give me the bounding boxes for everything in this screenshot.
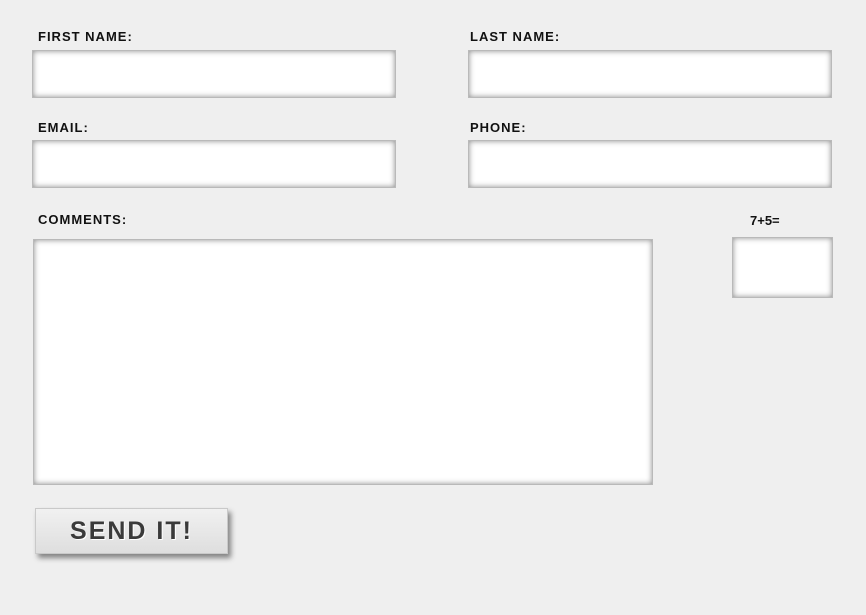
captcha-question-label: 7+5= (750, 213, 780, 228)
last-name-label: LAST NAME: (470, 29, 561, 44)
captcha-answer-input[interactable] (732, 237, 833, 298)
last-name-input[interactable] (468, 50, 832, 98)
first-name-label: FIRST NAME: (38, 29, 133, 44)
email-label: EMAIL: (38, 120, 89, 135)
send-button[interactable]: SEND IT! (35, 508, 228, 554)
phone-input[interactable] (468, 140, 832, 188)
comments-label: COMMENTS: (38, 212, 128, 227)
contact-form: FIRST NAME: LAST NAME: EMAIL: PHONE: COM… (0, 0, 866, 615)
first-name-input[interactable] (32, 50, 396, 98)
comments-textarea[interactable] (33, 239, 653, 485)
email-input[interactable] (32, 140, 396, 188)
phone-label: PHONE: (470, 120, 527, 135)
